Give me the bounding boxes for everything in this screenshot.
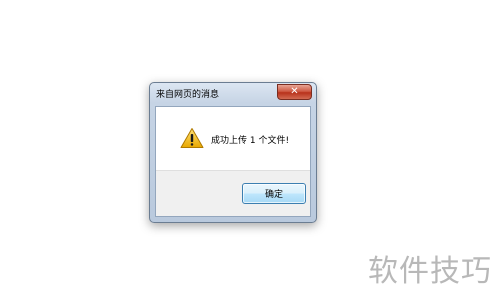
page: 来自网页的消息 ✕ 成功上传 1 个文件! 确定 软件技巧 — [0, 0, 500, 304]
alert-dialog: 来自网页的消息 ✕ 成功上传 1 个文件! 确定 — [149, 82, 317, 223]
ok-button[interactable]: 确定 — [242, 183, 306, 204]
dialog-titlebar[interactable]: 来自网页的消息 ✕ — [150, 83, 316, 105]
warning-icon — [180, 128, 204, 148]
close-icon: ✕ — [290, 86, 299, 97]
watermark: 软件技巧 — [368, 254, 492, 289]
message-area: 成功上传 1 个文件! — [156, 107, 310, 170]
dialog-title: 来自网页的消息 — [156, 90, 220, 100]
button-area: 确定 — [156, 170, 310, 216]
dialog-content: 成功上传 1 个文件! 确定 — [155, 106, 311, 217]
dialog-message: 成功上传 1 个文件! — [211, 136, 290, 146]
close-button[interactable]: ✕ — [277, 84, 312, 100]
